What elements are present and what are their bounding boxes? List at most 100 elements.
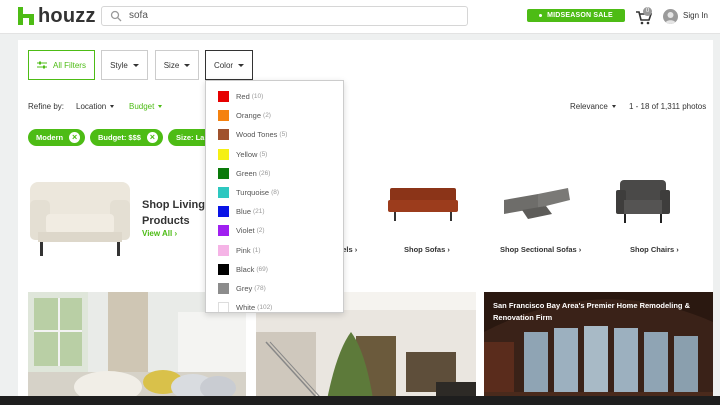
color-swatch <box>218 283 229 294</box>
color-option-grey[interactable]: Grey (78) <box>206 279 266 298</box>
color-option-label: White <box>236 303 256 313</box>
color-option-count: (1) <box>252 246 261 254</box>
photo-caption: San Francisco Bay Area's Premier Home Re… <box>493 301 690 322</box>
sign-in-link[interactable]: Sign In <box>683 11 708 20</box>
avatar[interactable] <box>663 9 678 24</box>
chevron-down-icon <box>158 105 163 108</box>
color-option-count: (21) <box>253 208 265 216</box>
color-option-red[interactable]: Red (10) <box>206 87 263 106</box>
color-option-label: Yellow <box>236 149 258 159</box>
chip-label: Modern <box>36 133 64 142</box>
filter-chip-budget[interactable]: Budget: $$$ × <box>90 129 163 146</box>
midseason-sale-button[interactable]: MIDSEASON SALE <box>527 9 625 22</box>
color-filter-button[interactable]: Color <box>205 50 253 80</box>
category-label: Shop Chairs <box>630 245 675 254</box>
chip-label: Budget: $$$ <box>98 133 141 142</box>
color-swatch <box>218 187 229 198</box>
color-option-label: Grey <box>236 284 253 293</box>
color-option-count: (10) <box>251 93 264 100</box>
main-panel: All Filters Style Size Color Refine by: … <box>18 40 713 405</box>
color-swatch <box>218 225 229 237</box>
color-option-count: (2) <box>256 227 265 235</box>
top-header: houzz sofa MIDSEASON SALE 0 Sign In <box>0 0 720 34</box>
color-option-label: Red <box>236 92 250 101</box>
chevron-down-icon <box>611 105 616 108</box>
color-option-blue[interactable]: Blue (21) <box>206 202 265 221</box>
color-swatch <box>218 129 229 141</box>
color-option-label: Turquoise <box>236 188 270 197</box>
location-dropdown[interactable]: Location <box>76 102 115 111</box>
color-swatch <box>218 302 229 312</box>
user-icon <box>665 12 676 24</box>
close-icon[interactable]: × <box>146 132 158 143</box>
refine-by-label: Refine by: <box>28 102 65 111</box>
color-option-count: (69) <box>256 265 268 273</box>
color-option-black[interactable]: Black (69) <box>206 260 268 279</box>
color-option-label: Wood Tones <box>236 130 278 140</box>
results-count: 1 - 18 of 1,311 photos <box>629 102 707 111</box>
chip-label: Size: La <box>176 133 205 142</box>
color-option-count: (5) <box>259 150 268 158</box>
logo-text: houzz <box>38 4 96 27</box>
color-option-label: Blue <box>236 207 252 217</box>
style-filter-label: Style <box>110 60 128 70</box>
budget-label: Budget <box>129 102 155 111</box>
size-filter-button[interactable]: Size <box>155 50 199 80</box>
view-all-label: View All <box>142 229 173 238</box>
cart-count-badge: 0 <box>643 7 652 16</box>
chevron-down-icon <box>184 63 191 67</box>
armchair-product-image[interactable] <box>28 176 132 260</box>
sort-label: Relevance <box>570 102 608 111</box>
budget-dropdown[interactable]: Budget <box>129 102 163 111</box>
color-option-label: Orange <box>236 111 262 121</box>
style-filter-button[interactable]: Style <box>101 50 148 80</box>
search-input[interactable]: sofa <box>101 6 468 26</box>
bottom-bar <box>0 396 720 405</box>
color-option-pink[interactable]: Pink (1) <box>206 241 261 260</box>
color-option-wood-tones[interactable]: Wood Tones (5) <box>206 125 287 144</box>
color-option-orange[interactable]: Orange (2) <box>206 106 271 125</box>
search-icon <box>110 10 122 22</box>
size-filter-label: Size <box>163 60 180 70</box>
filter-chip-modern[interactable]: Modern × <box>28 129 85 146</box>
color-swatch <box>218 110 229 122</box>
shop-sofas-link[interactable]: Shop Sofas › <box>404 245 450 254</box>
color-option-count: (2) <box>263 112 271 120</box>
color-option-count: (102) <box>257 304 273 312</box>
color-swatch <box>218 263 229 275</box>
color-dropdown-menu[interactable]: Red (10) Orange (2) Wood Tones (5) Yellow (5) Gr… <box>205 80 344 313</box>
shop-sectional-sofas-link[interactable]: Shop Sectional Sofas › <box>500 245 581 254</box>
location-label: Location <box>76 102 107 111</box>
sort-dropdown[interactable]: Relevance <box>570 102 616 111</box>
shop-chairs-link[interactable]: Shop Chairs › <box>630 245 679 254</box>
color-option-count: (8) <box>271 189 280 196</box>
color-option-green[interactable]: Green (26) <box>206 164 270 183</box>
color-option-violet[interactable]: Violet (2) <box>206 221 265 240</box>
color-swatch <box>218 167 229 179</box>
close-icon[interactable]: × <box>69 132 81 143</box>
sectional-sofa-product-image[interactable] <box>502 186 572 222</box>
sale-label: MIDSEASON SALE <box>547 12 613 19</box>
color-swatch <box>218 91 229 102</box>
all-filters-button[interactable]: All Filters <box>28 50 95 80</box>
color-option-label: Violet <box>236 226 255 236</box>
color-option-count: (26) <box>258 169 271 177</box>
color-option-white[interactable]: White (102) <box>206 298 273 313</box>
color-filter-label: Color <box>213 60 234 70</box>
color-option-yellow[interactable]: Yellow (5) <box>206 145 267 164</box>
color-option-label: Black <box>236 264 255 274</box>
category-label: Shop Sectional Sofas <box>500 245 577 254</box>
remodeling-photo[interactable]: San Francisco Bay Area's Premier Home Re… <box>484 292 713 405</box>
sliders-icon <box>37 61 48 69</box>
chevron-down-icon <box>132 63 139 67</box>
sofa-product-image[interactable] <box>388 188 458 222</box>
houzz-logo[interactable]: houzz <box>18 4 96 28</box>
color-option-turquoise[interactable]: Turquoise (8) <box>206 183 279 202</box>
chair-product-image[interactable] <box>616 178 670 224</box>
color-swatch <box>218 244 229 256</box>
houzz-logo-icon <box>18 7 34 25</box>
view-all-link[interactable]: View All › <box>142 229 177 238</box>
shop-title-line1: Shop Living <box>142 199 205 211</box>
chevron-down-icon <box>110 105 115 108</box>
color-option-count: (5) <box>279 131 288 139</box>
